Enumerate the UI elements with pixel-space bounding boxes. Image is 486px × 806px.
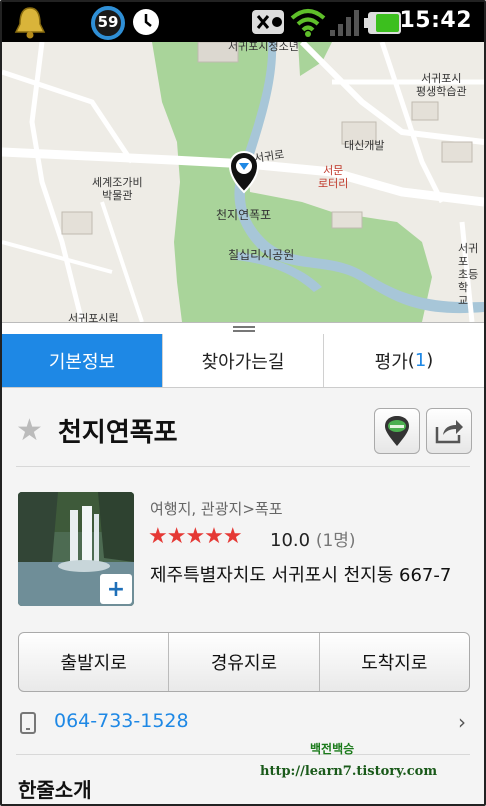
tab-bar: 기본정보 찾아가는길 평가(1)	[2, 334, 484, 388]
map-label: 서귀포시립	[68, 312, 119, 322]
status-clock: 15:42	[399, 8, 472, 33]
map-label: 세계조가비 박물관	[92, 176, 143, 202]
wifi-icon	[290, 8, 326, 42]
map-label: 서귀포시청소년	[228, 42, 299, 53]
route-origin-button[interactable]: 출발지로	[19, 633, 170, 691]
favorite-star-icon[interactable]: ★	[16, 416, 43, 446]
route-waypoint-button[interactable]: 경유지로	[169, 633, 320, 691]
map-label: 서귀포 초등학 교	[458, 242, 479, 307]
panel-drag-handle[interactable]	[2, 322, 484, 334]
divider	[16, 466, 470, 467]
more-photos-button[interactable]: +	[100, 574, 132, 604]
title-row: ★ 천지연폭포	[2, 388, 484, 466]
map-label: 천지연폭포	[216, 208, 272, 222]
map-label: 칠십리시공원	[228, 248, 295, 262]
tab-basic-info[interactable]: 기본정보	[2, 334, 163, 387]
badge-number: 59	[97, 13, 119, 31]
usb-debug-icon	[250, 8, 286, 40]
place-address: 제주특별자치도 서귀포시 천지동 667-7	[150, 565, 452, 586]
watermark-name: 백전백승	[310, 742, 355, 756]
place-photo[interactable]: +	[18, 492, 134, 606]
tab-directions[interactable]: 찾아가는길	[163, 334, 324, 387]
route-destination-button[interactable]: 도착지로	[320, 633, 469, 691]
rating-score: 10.0 (1명)	[270, 530, 356, 551]
signal-icon	[328, 8, 360, 42]
status-bar: 59 15:42	[2, 2, 484, 42]
share-button[interactable]	[426, 408, 472, 454]
route-button-group: 출발지로 경유지로 도착지로	[18, 632, 470, 692]
map-label: 서귀포시 평생학습관	[416, 72, 467, 98]
watermark-url: http://learn7.tistory.com	[260, 764, 438, 779]
bell-icon	[10, 4, 50, 44]
map-view[interactable]: 서귀포시청소년 서귀포시 평생학습관 대신개발 서귀로 서문 로터리 세계조가비 박물…	[2, 42, 484, 322]
rating-stars: ★★★★★	[148, 524, 243, 549]
phone-row[interactable]: 064-733-1528 ›	[18, 710, 470, 740]
chevron-right-icon: ›	[458, 710, 466, 734]
phone-number[interactable]: 064-733-1528	[54, 710, 189, 732]
alarm-clock-icon	[130, 6, 162, 42]
map-marker-icon	[385, 416, 409, 446]
map-canvas	[2, 42, 484, 322]
map-label: 대신개발	[344, 139, 385, 152]
section-title: 한줄소개	[18, 778, 92, 802]
badge-icon: 59	[90, 5, 126, 45]
place-category: 여행지, 관광지>폭포	[150, 500, 283, 518]
divider	[16, 754, 470, 755]
share-icon	[435, 420, 463, 444]
phone-icon	[20, 712, 36, 734]
tab-reviews[interactable]: 평가(1)	[324, 334, 484, 387]
battery-icon	[364, 11, 402, 39]
place-title: 천지연폭포	[58, 418, 178, 448]
map-marker-button[interactable]	[374, 408, 420, 454]
place-detail-panel: ★ 천지연폭포 + 여행지, 관광지>폭포 ★★★★★ 10.0 (1명) 제주…	[2, 388, 484, 806]
map-label: 서문 로터리	[318, 164, 349, 190]
